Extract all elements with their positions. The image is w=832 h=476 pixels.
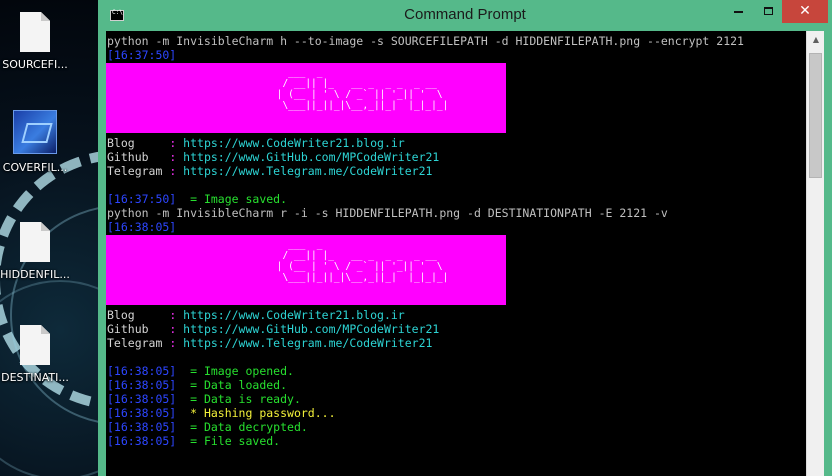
file-icon: [20, 12, 50, 52]
command-line: python -m InvisibleCharm h --to-image -s…: [107, 34, 744, 48]
console-output[interactable]: python -m InvisibleCharm h --to-image -s…: [106, 31, 806, 476]
link-separator: :: [162, 150, 184, 164]
link-url: https://www.Telegram.me/CodeWriter21: [183, 164, 433, 178]
close-button[interactable]: ✕: [782, 0, 828, 23]
timestamp: [16:37:50]: [107, 48, 177, 62]
vertical-scrollbar[interactable]: ▲: [806, 31, 824, 476]
link-url: https://www.CodeWriter21.blog.ir: [183, 136, 405, 150]
desktop-icon-label: COVERFIL...: [2, 161, 68, 174]
window-border: [824, 31, 832, 476]
link-separator: :: [162, 164, 184, 178]
title-bar[interactable]: Command Prompt ✕: [98, 0, 832, 31]
banner-ascii-art: ___ _ / __|| |_ __ _ _ _ _ __ | (__ | ' …: [276, 67, 449, 111]
scroll-up-arrow-icon[interactable]: ▲: [807, 31, 825, 48]
link-separator: :: [162, 336, 184, 350]
file-icon: [20, 222, 50, 262]
log-message: = Image opened.: [176, 364, 294, 378]
link-key: Telegram: [107, 164, 163, 178]
timestamp: [16:38:05]: [107, 378, 177, 392]
log-line: [16:38:05] = Data decrypted.: [106, 420, 806, 434]
maximize-icon: [763, 7, 773, 15]
link-url: https://www.CodeWriter21.blog.ir: [183, 308, 405, 322]
link-key: Telegram: [107, 336, 163, 350]
command-prompt-window: Command Prompt ✕ python -m InvisibleChar…: [98, 0, 832, 476]
desktop-icon-label: DESTINATI...: [1, 371, 69, 384]
log-line: [16:38:05] = Image opened.: [106, 364, 806, 378]
log-line: [16:38:05] = File saved.: [106, 434, 806, 448]
charm-banner: ___ _ / __|| |_ __ _ _ _ _ __ | (__ | ' …: [106, 63, 506, 133]
log-message: = Data loaded.: [176, 378, 288, 392]
desktop-icon-label: SOURCEFI...: [2, 58, 68, 71]
desktop: SOURCEFI... COVERFIL... HIDDENFIL... DES…: [0, 0, 98, 476]
timestamp: [16:38:05]: [107, 220, 177, 234]
desktop-icon-coverfile[interactable]: COVERFIL...: [0, 110, 70, 174]
desktop-icon-label: HIDDENFIL...: [0, 268, 70, 281]
link-key: Blog: [107, 136, 163, 150]
timestamp: [16:37:50]: [107, 192, 177, 206]
link-url: https://www.Telegram.me/CodeWriter21: [183, 336, 433, 350]
scrollbar-thumb[interactable]: [809, 53, 822, 178]
image-icon: [13, 110, 57, 154]
link-key: Blog: [107, 308, 163, 322]
file-icon: [20, 325, 50, 365]
command-line: python -m InvisibleCharm r -i -s HIDDENF…: [107, 206, 668, 220]
log-message: = File saved.: [176, 434, 281, 448]
log-line: [16:38:05] = Data is ready.: [106, 392, 806, 406]
log-line: [16:38:05] * Hashing password...: [106, 406, 806, 420]
link-row-github: Github : https://www.GitHub.com/MPCodeWr…: [106, 322, 806, 336]
link-separator: :: [162, 322, 184, 336]
log-message: = Image saved.: [176, 192, 288, 206]
timestamp: [16:38:05]: [107, 420, 177, 434]
log-line: [16:37:50] = Image saved.: [106, 192, 806, 206]
link-separator: :: [162, 136, 184, 150]
minimize-icon: [733, 10, 743, 13]
charm-banner: ___ _ / __|| |_ __ _ _ _ _ __ | (__ | ' …: [106, 235, 506, 305]
log-line: [16:38:05] = Data loaded.: [106, 378, 806, 392]
timestamp: [16:38:05]: [107, 434, 177, 448]
window-title: Command Prompt: [404, 6, 526, 23]
link-separator: :: [162, 308, 184, 322]
link-row-blog: Blog : https://www.CodeWriter21.blog.ir: [106, 136, 806, 150]
log-message: * Hashing password...: [176, 406, 336, 420]
link-key: Github: [107, 322, 163, 336]
log-message: = Data decrypted.: [176, 420, 308, 434]
link-row-github: Github : https://www.GitHub.com/MPCodeWr…: [106, 150, 806, 164]
timestamp: [16:38:05]: [107, 406, 177, 420]
link-key: Github: [107, 150, 163, 164]
log-message: = Data is ready.: [176, 392, 301, 406]
link-row-telegram: Telegram : https://www.Telegram.me/CodeW…: [106, 336, 806, 350]
desktop-icon-hiddenfile[interactable]: HIDDENFIL...: [0, 222, 70, 281]
minimize-button[interactable]: [724, 0, 752, 23]
timestamp: [16:38:05]: [107, 364, 177, 378]
link-url: https://www.GitHub.com/MPCodeWriter21: [183, 150, 440, 164]
timestamp: [16:38:05]: [107, 392, 177, 406]
maximize-button[interactable]: [754, 0, 782, 23]
desktop-icon-destinationfile[interactable]: DESTINATI...: [0, 325, 70, 384]
desktop-icon-sourcefile[interactable]: SOURCEFI...: [0, 12, 70, 71]
link-row-blog: Blog : https://www.CodeWriter21.blog.ir: [106, 308, 806, 322]
banner-ascii-art: ___ _ / __|| |_ __ _ _ _ _ __ | (__ | ' …: [276, 239, 449, 283]
link-row-telegram: Telegram : https://www.Telegram.me/CodeW…: [106, 164, 806, 178]
link-url: https://www.GitHub.com/MPCodeWriter21: [183, 322, 440, 336]
